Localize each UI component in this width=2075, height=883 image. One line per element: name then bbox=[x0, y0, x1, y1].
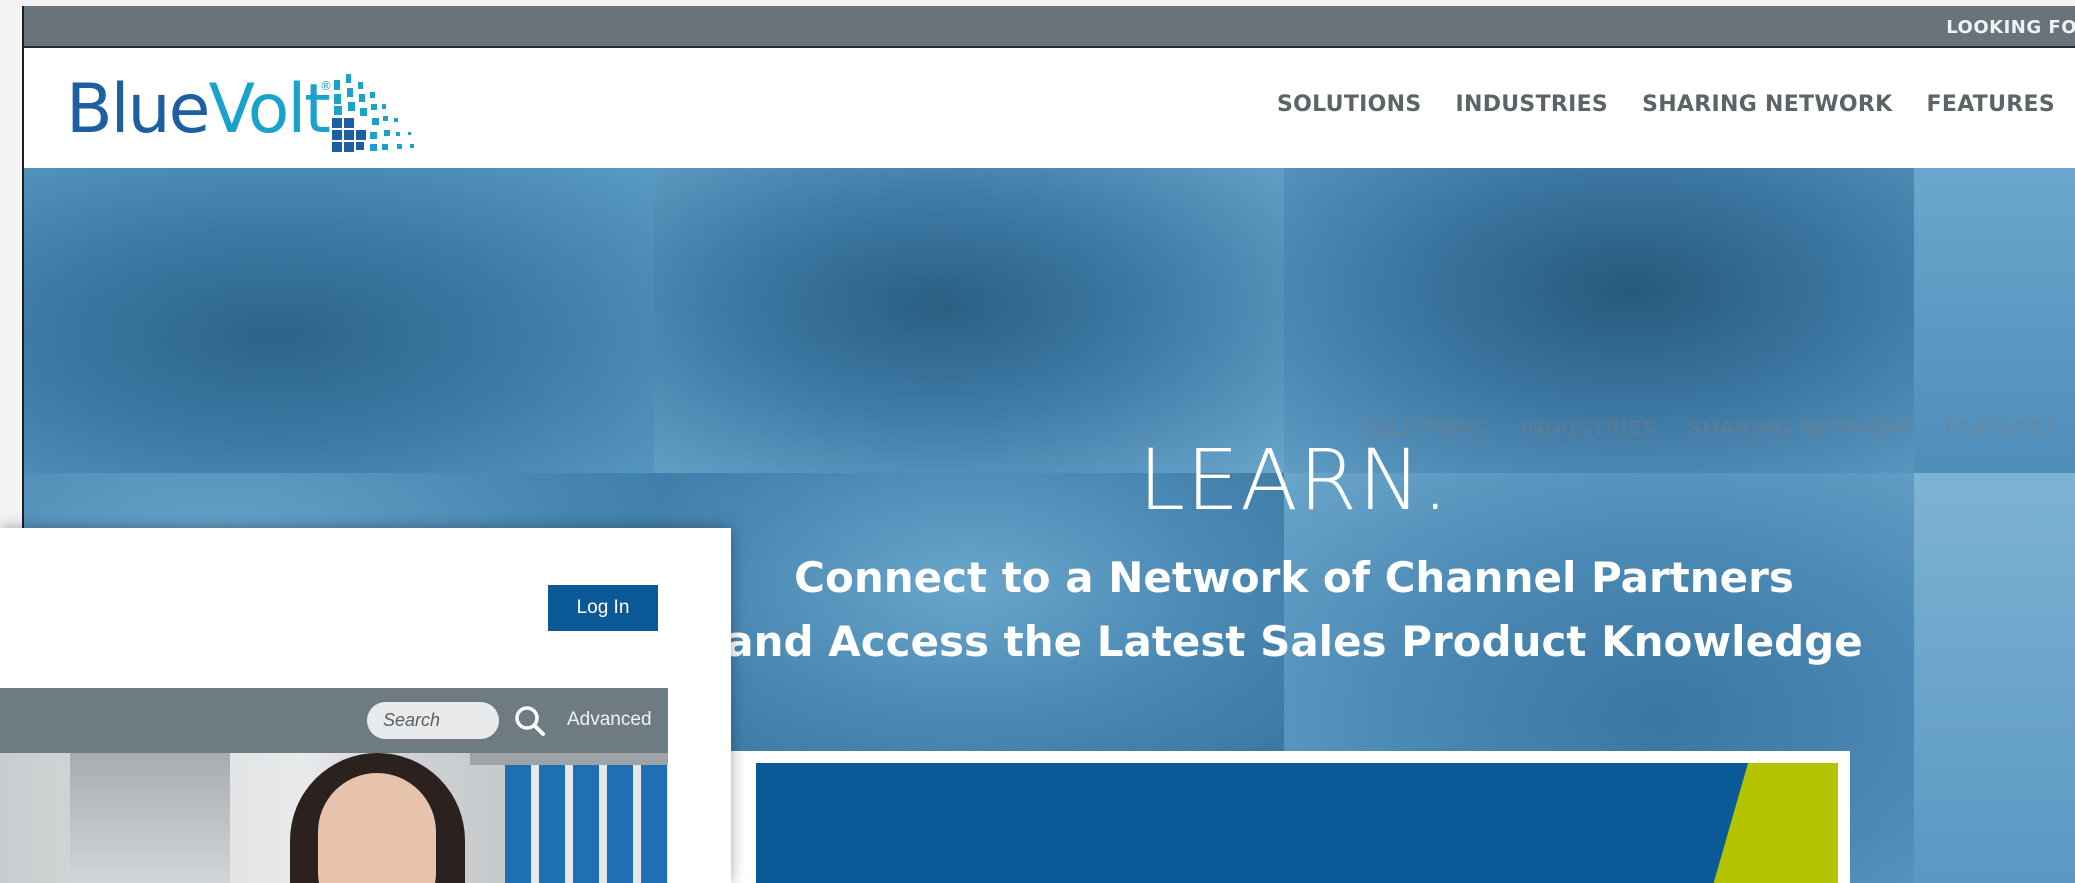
site-header: BlueVolt ® SOLUTIONS INDUSTRIES SHARING … bbox=[24, 48, 2075, 168]
login-button[interactable]: Log In bbox=[548, 585, 658, 631]
logo-word-blue: Blue bbox=[66, 70, 210, 149]
desktop-stage: LOOKING FO BlueVolt ® SOLUTIONS INDUSTRI… bbox=[0, 0, 2075, 883]
logo-word-volt: Volt bbox=[208, 70, 330, 149]
photo-monitor-shape bbox=[70, 753, 230, 883]
lime-accent-stripe bbox=[1705, 763, 1838, 883]
photo-binders-shape bbox=[505, 765, 668, 883]
photo-person-face bbox=[318, 773, 436, 883]
looking-for-link[interactable]: LOOKING FO bbox=[1946, 17, 2075, 38]
nav-industries[interactable]: INDUSTRIES bbox=[1456, 92, 1609, 117]
hero-photo-tile bbox=[24, 168, 654, 473]
portal-hero-photo bbox=[0, 753, 668, 883]
hero-card-panel bbox=[756, 763, 1838, 883]
advanced-search-link[interactable]: Advanced bbox=[567, 709, 652, 731]
photo-shelf-shape bbox=[470, 753, 668, 765]
hero-feature-card bbox=[730, 751, 1850, 883]
learning-portal-window: Log In Advanced bbox=[0, 528, 731, 883]
search-icon[interactable] bbox=[512, 703, 548, 739]
burst-dots-icon: ® bbox=[320, 74, 414, 152]
main-navigation: SOLUTIONS INDUSTRIES SHARING NETWORK FEA… bbox=[1277, 92, 2055, 117]
logo-wordmark: BlueVolt bbox=[66, 74, 331, 146]
nav-features[interactable]: FEATURES bbox=[1927, 92, 2055, 117]
logo-trademark: ® bbox=[320, 79, 332, 93]
hero-title: LEARN. bbox=[1138, 431, 1450, 529]
hero-photo-tile bbox=[654, 168, 1284, 473]
search-input[interactable] bbox=[367, 702, 499, 739]
hero-photo-tile bbox=[1914, 473, 2075, 883]
nav-sharing-network[interactable]: SHARING NETWORK bbox=[1642, 92, 1892, 117]
search-toolbar: Advanced bbox=[0, 688, 668, 753]
nav-solutions[interactable]: SOLUTIONS bbox=[1277, 92, 1422, 117]
bluevolt-logo[interactable]: BlueVolt ® bbox=[66, 66, 426, 156]
top-utility-bar: LOOKING FO bbox=[24, 6, 2075, 48]
